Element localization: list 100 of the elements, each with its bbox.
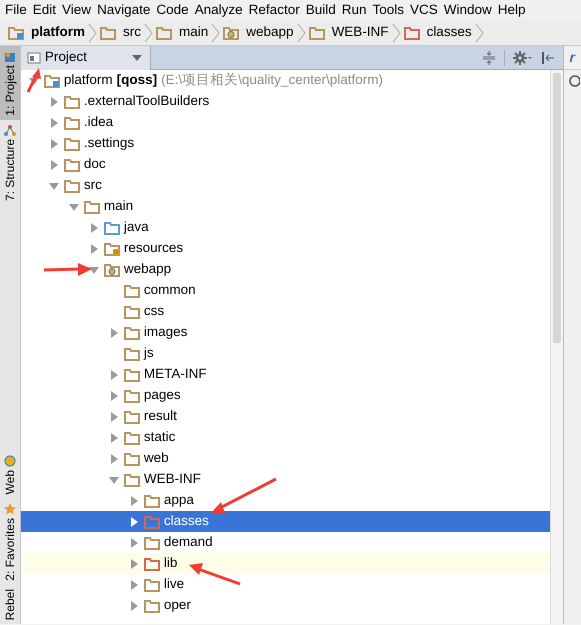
favorites-icon [4,502,16,515]
folder-icon [64,116,80,130]
breadcrumb-item[interactable]: WEB-INF [308,22,389,43]
expand-arrow-icon[interactable] [108,454,119,464]
annotation-arrow [210,478,277,514]
tree-row[interactable]: web [20,448,550,469]
breadcrumb-item[interactable]: classes [404,22,472,43]
expand-arrow-icon[interactable] [48,96,59,106]
folder-icon [84,200,100,214]
chevron-icon [474,22,484,42]
menu-item[interactable]: Tools [372,0,410,20]
tree-row[interactable]: doc [20,154,550,175]
expand-arrow-icon[interactable] [128,600,139,610]
chevron-icon [392,22,401,42]
hide-panel-icon[interactable] [540,50,555,64]
expand-arrow-icon[interactable] [128,558,139,568]
expand-arrow-icon[interactable] [48,138,59,148]
side-tab[interactable]: 1: Project [0,46,20,120]
menu-item[interactable]: Code [155,0,194,20]
tree-row[interactable]: META-INF [20,364,550,385]
folder-icon [308,26,325,40]
folder-icon [104,242,120,256]
folder-icon [124,368,140,382]
tree-row[interactable]: images [20,322,550,343]
collapse-arrow-icon[interactable] [68,202,79,212]
web-icon [4,455,16,468]
menu-item[interactable]: View [61,0,96,20]
folder-icon [144,536,160,550]
menu-item[interactable]: Help [496,0,531,20]
menu-item[interactable]: Navigate [96,0,156,20]
breadcrumb-item[interactable]: src [100,22,141,43]
view-selector[interactable]: Project [20,46,151,70]
expand-arrow-icon[interactable] [108,432,119,442]
collapse-icon[interactable] [482,50,496,64]
tree-row[interactable]: lib [20,553,550,574]
menu-item[interactable]: Analyze [194,0,248,20]
collapse-arrow-icon[interactable] [88,264,99,274]
tree-row[interactable]: WEB-INF [20,469,550,490]
breadcrumb-item[interactable]: platform [8,22,85,43]
folder-icon [144,514,160,528]
breadcrumb-item[interactable]: webapp [223,22,294,43]
folder-icon [124,472,140,486]
side-tab[interactable]: 2: Favorites [0,498,20,585]
folder-icon [64,158,80,172]
chevron-icon [88,22,97,42]
menu-item[interactable]: Edit [32,0,62,20]
menu-item[interactable]: VCS [409,0,443,20]
folder-icon [124,410,140,424]
tree-row[interactable]: java [20,217,550,238]
tree-row[interactable]: .idea [20,112,550,133]
folder-icon [124,452,140,466]
breadcrumb-item[interactable]: main [156,22,208,43]
side-tab[interactable]: Web [0,451,20,499]
tree-row[interactable]: src [20,175,550,196]
dropdown-caret-icon [132,54,142,60]
tree-row[interactable]: js [20,343,550,364]
expand-arrow-icon[interactable] [88,222,99,232]
expand-arrow-icon[interactable] [48,118,59,128]
folder-icon [64,94,80,108]
tree-row[interactable]: main [20,196,550,217]
tree-row[interactable]: .settings [20,133,550,154]
tree-row[interactable]: webapp [20,259,550,280]
tree-row[interactable]: resources [20,238,550,259]
expand-arrow-icon[interactable] [128,580,139,590]
chevron-icon [296,22,306,42]
menu-item[interactable]: Build [304,0,341,20]
editor-tab[interactable]: r [564,45,581,70]
expand-arrow-icon[interactable] [48,160,59,170]
tree-row[interactable]: css [20,301,550,322]
tree-row[interactable]: demand [20,532,550,553]
tree-row[interactable]: result [20,406,550,427]
tree-row[interactable]: static [20,427,550,448]
expand-arrow-icon[interactable] [128,496,139,506]
expand-arrow-icon[interactable] [88,244,99,254]
tree-row[interactable]: oper [20,595,550,616]
chevron-icon [211,22,220,42]
expand-arrow-icon[interactable] [128,516,139,526]
menu-item[interactable]: Refactor [248,0,305,20]
collapse-arrow-icon[interactable] [48,180,59,190]
tree-row[interactable]: appa [20,490,550,511]
settings-icon[interactable] [512,50,533,64]
expand-arrow-icon[interactable] [108,390,119,400]
expand-arrow-icon[interactable] [108,328,119,338]
menu-item[interactable]: File [4,0,32,20]
project-icon [4,50,16,62]
menu-item[interactable]: Window [442,0,497,20]
side-tab[interactable]: 7: Structure [0,120,20,205]
tree-row[interactable]: .externalToolBuilders [20,91,550,112]
tree-row[interactable]: common [20,280,550,301]
tree-row[interactable]: live [20,574,550,595]
collapse-arrow-icon[interactable] [108,474,119,484]
expand-arrow-icon[interactable] [108,370,119,380]
expand-arrow-icon[interactable] [128,538,139,548]
tree-row[interactable]: classes [20,511,550,532]
side-tab[interactable]: Rebel [0,584,20,624]
folder-icon [124,284,140,298]
expand-arrow-icon[interactable] [108,412,119,422]
folder-icon [124,430,140,444]
tree-row[interactable]: pages [20,385,550,406]
menu-item[interactable]: Run [340,0,372,20]
